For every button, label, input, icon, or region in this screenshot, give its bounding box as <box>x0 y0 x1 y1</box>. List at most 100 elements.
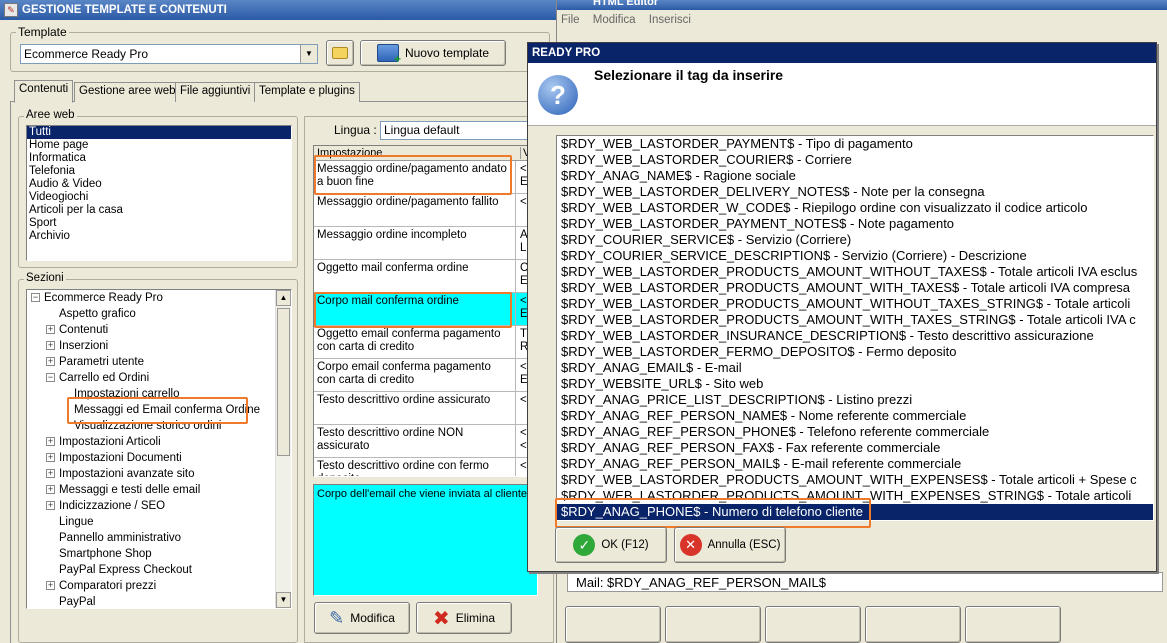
tree-item[interactable]: PayPal Express Checkout <box>46 562 192 578</box>
scroll-up-arrow[interactable]: ▲ <box>276 290 291 306</box>
tag-list-item[interactable]: $RDY_ANAG_REF_PERSON_FAX$ - Fax referent… <box>557 440 1153 456</box>
tag-list-item[interactable]: $RDY_ANAG_REF_PERSON_NAME$ - Nome refere… <box>557 408 1153 424</box>
tag-list-item[interactable]: $RDY_WEB_LASTORDER_PRODUCTS_AMOUNT_WITHO… <box>557 264 1153 280</box>
menu-file[interactable]: File <box>561 14 580 26</box>
tag-list-item[interactable]: $RDY_WEB_LASTORDER_PAYMENT_NOTES$ - Note… <box>557 216 1153 232</box>
tag-list-item[interactable]: $RDY_WEB_LASTORDER_PAYMENT$ - Tipo di pa… <box>557 136 1153 152</box>
ok-button[interactable]: ✓ OK (F12) <box>555 527 667 563</box>
grid-row[interactable]: Testo descrittivo ordine con fermo depos… <box>314 458 537 476</box>
tag-list-item[interactable]: $RDY_WEB_LASTORDER_PRODUCTS_AMOUNT_WITHO… <box>557 296 1153 312</box>
template-select-value: Ecommerce Ready Pro <box>24 47 149 61</box>
tab-gestione-aree-web[interactable]: Gestione aree web <box>74 82 181 102</box>
tree-item[interactable]: + Parametri utente <box>46 354 144 370</box>
tree-item[interactable]: Aspetto grafico <box>46 306 136 322</box>
tree-scrollbar[interactable]: ▲ ▼ <box>275 290 291 608</box>
open-folder-button[interactable] <box>326 40 354 66</box>
tag-list[interactable]: $RDY_WEB_LASTORDER_PAYMENT$ - Tipo di pa… <box>556 135 1154 521</box>
sezioni-tree[interactable]: ▲ ▼ − Ecommerce Ready Pro Aspetto grafico +… <box>26 289 292 609</box>
tree-item[interactable]: Pannello amministrativo <box>46 530 181 546</box>
menu-modifica[interactable]: Modifica <box>593 14 636 26</box>
aree-web-item[interactable]: Home page <box>27 139 291 152</box>
tag-list-item[interactable]: $RDY_ANAG_NAME$ - Ragione sociale <box>557 168 1153 184</box>
expand-icon[interactable]: + <box>46 341 55 351</box>
elimina-button[interactable]: ✖ Elimina <box>416 602 512 634</box>
tag-list-item[interactable]: $RDY_ANAG_PRICE_LIST_DESCRIPTION$ - List… <box>557 392 1153 408</box>
grid-row[interactable]: Messaggio ordine incompleto Al L' <box>314 227 537 260</box>
grid-row[interactable]: Testo descrittivo ordine NON assicurato<… <box>314 425 537 458</box>
tag-list-item[interactable]: $RDY_COURIER_SERVICE_DESCRIPTION$ - Serv… <box>557 248 1153 264</box>
editor-tool-2[interactable] <box>665 606 761 643</box>
tree-item[interactable]: + Inserzioni <box>46 338 108 354</box>
grid-row[interactable]: Oggetto email conferma pagamento con car… <box>314 326 537 359</box>
editor-tool-1[interactable] <box>565 606 661 643</box>
tree-item[interactable]: + Contenuti <box>46 322 108 338</box>
scroll-thumb[interactable] <box>277 308 290 456</box>
tag-list-item[interactable]: $RDY_WEB_LASTORDER_W_CODE$ - Riepilogo o… <box>557 200 1153 216</box>
expand-icon[interactable]: + <box>46 357 55 367</box>
tag-list-item[interactable]: $RDY_WEB_LASTORDER_INSURANCE_DESCRIPTION… <box>557 328 1153 344</box>
expand-icon[interactable]: + <box>46 485 55 495</box>
tag-list-item[interactable]: $RDY_WEBSITE_URL$ - Sito web <box>557 376 1153 392</box>
tag-list-item[interactable]: $RDY_COURIER_SERVICE$ - Servizio (Corrie… <box>557 232 1153 248</box>
grid-row[interactable]: Corpo email conferma pagamento con carta… <box>314 359 537 392</box>
tab-contenuti[interactable]: Contenuti <box>14 80 74 103</box>
tree-item[interactable]: Smartphone Shop <box>46 546 152 562</box>
expand-icon[interactable]: + <box>46 437 55 447</box>
aree-web-item[interactable]: Informatica <box>27 152 291 165</box>
tree-item[interactable]: + Comparatori prezzi <box>46 578 156 594</box>
expand-icon[interactable]: + <box>46 469 55 479</box>
template-group-label: Template <box>16 25 69 39</box>
tag-list-item[interactable]: $RDY_ANAG_REF_PERSON_MAIL$ - E-mail refe… <box>557 456 1153 472</box>
aree-web-item[interactable]: Articoli per la casa <box>27 204 291 217</box>
chevron-down-icon[interactable]: ▼ <box>300 45 317 63</box>
tab-template-e-plugins[interactable]: Template e plugins <box>254 82 360 102</box>
expand-icon[interactable]: + <box>46 581 55 591</box>
scroll-down-arrow[interactable]: ▼ <box>276 592 291 608</box>
collapse-icon[interactable]: − <box>31 293 40 303</box>
expand-icon[interactable]: + <box>46 501 55 511</box>
tag-list-item[interactable]: $RDY_WEB_LASTORDER_PRODUCTS_AMOUNT_WITH_… <box>557 312 1153 328</box>
tree-item[interactable]: Lingue <box>46 514 94 530</box>
tree-item[interactable]: + Indicizzazione / SEO <box>46 498 165 514</box>
tag-list-item[interactable]: $RDY_WEB_LASTORDER_COURIER$ - Corriere <box>557 152 1153 168</box>
cancel-button[interactable]: ✕ Annulla (ESC) <box>674 527 786 563</box>
aree-web-item[interactable]: Tutti <box>27 126 291 139</box>
aree-web-list[interactable]: Tutti Home page Informatica Telefonia Audio … <box>26 125 292 261</box>
new-template-button[interactable]: + Nuovo template <box>360 40 506 66</box>
tab-file-aggiuntivi[interactable]: File aggiuntivi <box>175 82 256 102</box>
grid-row[interactable]: Messaggio ordine/pagamento fallito<p < <box>314 194 537 227</box>
lingua-select[interactable]: Lingua default <box>380 121 530 140</box>
html-editor-content[interactable]: Mail: $RDY_ANAG_REF_PERSON_MAIL$ <box>567 572 1163 592</box>
aree-web-item[interactable]: Telefonia <box>27 165 291 178</box>
tag-list-item[interactable]: $RDY_ANAG_REF_PERSON_PHONE$ - Telefono r… <box>557 424 1153 440</box>
tag-list-item[interactable]: $RDY_ANAG_EMAIL$ - E-mail <box>557 360 1153 376</box>
aree-web-item[interactable]: Archivio <box>27 230 291 243</box>
tag-list-item[interactable]: $RDY_WEB_LASTORDER_PRODUCTS_AMOUNT_WITH_… <box>557 280 1153 296</box>
aree-web-item[interactable]: Audio & Video <box>27 178 291 191</box>
tag-list-item[interactable]: $RDY_WEB_LASTORDER_FERMO_DEPOSITO$ - Fer… <box>557 344 1153 360</box>
tree-item[interactable]: + Messaggi e testi delle email <box>46 482 200 498</box>
aree-web-item[interactable]: Sport <box>27 217 291 230</box>
html-editor-menu: File Modifica Inserisci <box>561 14 691 26</box>
editor-tool-5[interactable] <box>965 606 1061 643</box>
tag-list-item[interactable]: $RDY_WEB_LASTORDER_PRODUCTS_AMOUNT_WITH_… <box>557 472 1153 488</box>
tree-item[interactable]: + Impostazioni Documenti <box>46 450 182 466</box>
tree-item[interactable]: PayPal <box>46 594 95 608</box>
aree-web-item[interactable]: Videogiochi <box>27 191 291 204</box>
expand-icon[interactable]: + <box>46 453 55 463</box>
grid-cell-name: Corpo email conferma pagamento con carta… <box>314 359 516 391</box>
tag-list-item[interactable]: $RDY_WEB_LASTORDER_DELIVERY_NOTES$ - Not… <box>557 184 1153 200</box>
grid-row[interactable]: Oggetto mail conferma ordineCO E- <box>314 260 537 293</box>
expand-icon[interactable]: + <box>46 325 55 335</box>
tree-item[interactable]: − Carrello ed Ordini <box>46 370 149 386</box>
tree-item[interactable]: + Impostazioni Articoli <box>46 434 161 450</box>
tree-item[interactable]: + Impostazioni avanzate sito <box>46 466 195 482</box>
template-select[interactable]: Ecommerce Ready Pro ▼ <box>20 44 318 64</box>
modifica-button[interactable]: ✎ Modifica <box>314 602 410 634</box>
menu-inserisci[interactable]: Inserisci <box>649 14 691 26</box>
editor-tool-4[interactable] <box>865 606 961 643</box>
editor-tool-3[interactable] <box>765 606 861 643</box>
collapse-icon[interactable]: − <box>46 373 55 383</box>
tree-item[interactable]: − Ecommerce Ready Pro <box>31 290 163 306</box>
grid-row[interactable]: Testo descrittivo ordine assicurato<s <box>314 392 537 425</box>
